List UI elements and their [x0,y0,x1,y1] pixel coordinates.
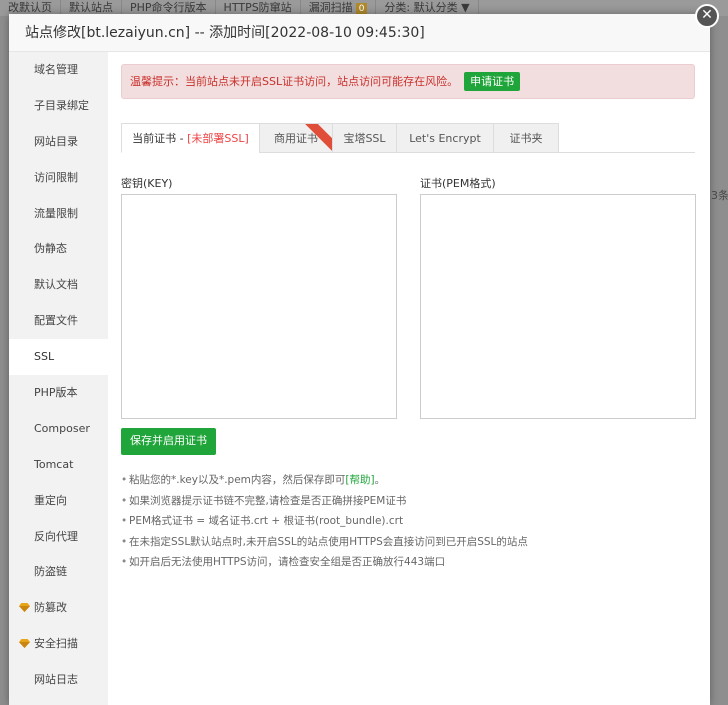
sidebar-item-composer[interactable]: Composer [9,411,108,447]
key-label: 密钥(KEY) [121,177,173,190]
sidebar-item-label: 默认文档 [34,278,78,292]
tab-commercial-cert-label: 商用证书 [274,132,318,145]
gem-icon [19,639,30,649]
sidebar-item-label: 访问限制 [34,170,78,184]
background-right-strip: 3条 [710,16,728,705]
dialog-title: 站点修改[bt.lezaiyun.cn] -- 添加时间[2022-08-10 … [9,14,710,52]
tab-commercial-cert[interactable]: 商用证书 [259,123,333,153]
sidebar-item-rewrite[interactable]: 伪静态 [9,231,108,267]
sidebar-item-label: 伪静态 [34,242,67,256]
site-edit-dialog: 站点修改[bt.lezaiyun.cn] -- 添加时间[2022-08-10 … [9,14,710,705]
sidebar-item-config-file[interactable]: 配置文件 [9,303,108,339]
sidebar-item-reverse-proxy[interactable]: 反向代理 [9,519,108,555]
ssl-warning-alert: 温馨提示：当前站点未开启SSL证书访问，站点访问可能存在风险。 申请证书 [121,64,695,99]
sidebar-item-label: 网站日志 [34,673,78,687]
tab-current-cert[interactable]: 当前证书 - [未部署SSL] [121,123,260,153]
sidebar-item-label: 防盗链 [34,565,67,579]
sidebar-item-label: 网站目录 [34,134,78,148]
sidebar-item-tamper-proof[interactable]: 防篡改 [9,590,108,626]
sidebar-item-security-scan[interactable]: 安全扫描 [9,626,108,662]
sidebar-item-label: Composer [34,421,90,435]
sidebar-item-label: 防篡改 [34,601,67,615]
sidebar-item-default-doc[interactable]: 默认文档 [9,267,108,303]
tip-item: 如开启后无法使用HTTPS访问，请检查安全组是否正确放行443端口 [121,552,701,573]
key-textarea[interactable] [121,194,397,419]
sidebar-item-domains[interactable]: 域名管理 [9,52,108,88]
sidebar-item-label: 流量限制 [34,206,78,220]
background-left-strip [0,16,9,705]
tip-item: 粘贴您的*.key以及*.pem内容，然后保存即可[帮助]。 [121,470,701,491]
bg-count-fragment: 3条 [711,189,728,202]
ssl-tabs: 当前证书 - [未部署SSL] 商用证书 宝塔SSL Let's Encrypt… [121,123,695,153]
sidebar-item-label: 域名管理 [34,63,78,76]
tip-item: PEM格式证书 = 域名证书.crt + 根证书(root_bundle).cr… [121,511,701,532]
apply-cert-button[interactable]: 申请证书 [464,71,521,91]
sidebar-item-tomcat[interactable]: Tomcat [9,447,108,483]
tab-current-cert-label: 当前证书 - [132,132,188,145]
tip-item: 在未指定SSL默认站点时,未开启SSL的站点使用HTTPS会直接访问到已开启SS… [121,532,701,553]
gem-icon [19,603,30,613]
alert-text: 温馨提示：当前站点未开启SSL证书访问，站点访问可能存在风险。 [130,75,459,88]
help-link[interactable]: [帮助] [345,474,374,486]
sidebar-item-site-logs[interactable]: 网站日志 [9,662,108,698]
ssl-panel: 温馨提示：当前站点未开启SSL证书访问，站点访问可能存在风险。 申请证书 当前证书… [108,52,710,705]
settings-sidebar: 域名管理 子目录绑定 网站目录 访问限制 流量限制 伪静态 默认文档 配置文件 … [9,52,108,705]
sidebar-item-label: Tomcat [34,457,74,471]
sidebar-item-traffic-limit[interactable]: 流量限制 [9,196,108,232]
tip-text-end: 。 [374,474,386,486]
tip-item: 如果浏览器提示证书链不完整,请检查是否正确拼接PEM证书 [121,491,701,512]
sidebar-item-hotlink-protection[interactable]: 防盗链 [9,554,108,590]
sidebar-item-label: 配置文件 [34,314,78,328]
sidebar-item-label: 安全扫描 [34,637,78,651]
close-dialog-button[interactable]: ✕ [695,4,719,28]
tab-lets-encrypt[interactable]: Let's Encrypt [396,123,494,153]
sidebar-item-site-directory[interactable]: 网站目录 [9,124,108,160]
save-enable-cert-button[interactable]: 保存并启用证书 [121,428,216,455]
sidebar-item-access-limit[interactable]: 访问限制 [9,160,108,196]
cert-label: 证书(PEM格式) [420,177,496,190]
sidebar-item-label: 子目录绑定 [34,98,89,112]
sidebar-item-ssl[interactable]: SSL [9,339,108,376]
cert-textarea[interactable] [420,194,696,419]
sidebar-item-label: 反向代理 [34,529,78,543]
bg-vuln-scan-label: 漏洞扫描 [308,1,353,14]
sidebar-item-label: 重定向 [34,493,67,507]
sidebar-item-redirect[interactable]: 重定向 [9,483,108,519]
tip-text: 粘贴您的*.key以及*.pem内容，然后保存即可 [129,474,346,486]
sidebar-item-php-version[interactable]: PHP版本 [9,375,108,411]
ssl-tips-list: 粘贴您的*.key以及*.pem内容，然后保存即可[帮助]。 如果浏览器提示证书… [121,470,701,573]
tab-baota-ssl[interactable]: 宝塔SSL [332,123,397,153]
sidebar-item-label: SSL [34,350,55,364]
tab-current-cert-status: [未部署SSL] [187,132,249,145]
sidebar-item-subdir-binding[interactable]: 子目录绑定 [9,88,108,124]
close-icon: ✕ [701,7,713,23]
tab-cert-folder[interactable]: 证书夹 [493,123,559,153]
sidebar-item-label: PHP版本 [34,386,78,400]
